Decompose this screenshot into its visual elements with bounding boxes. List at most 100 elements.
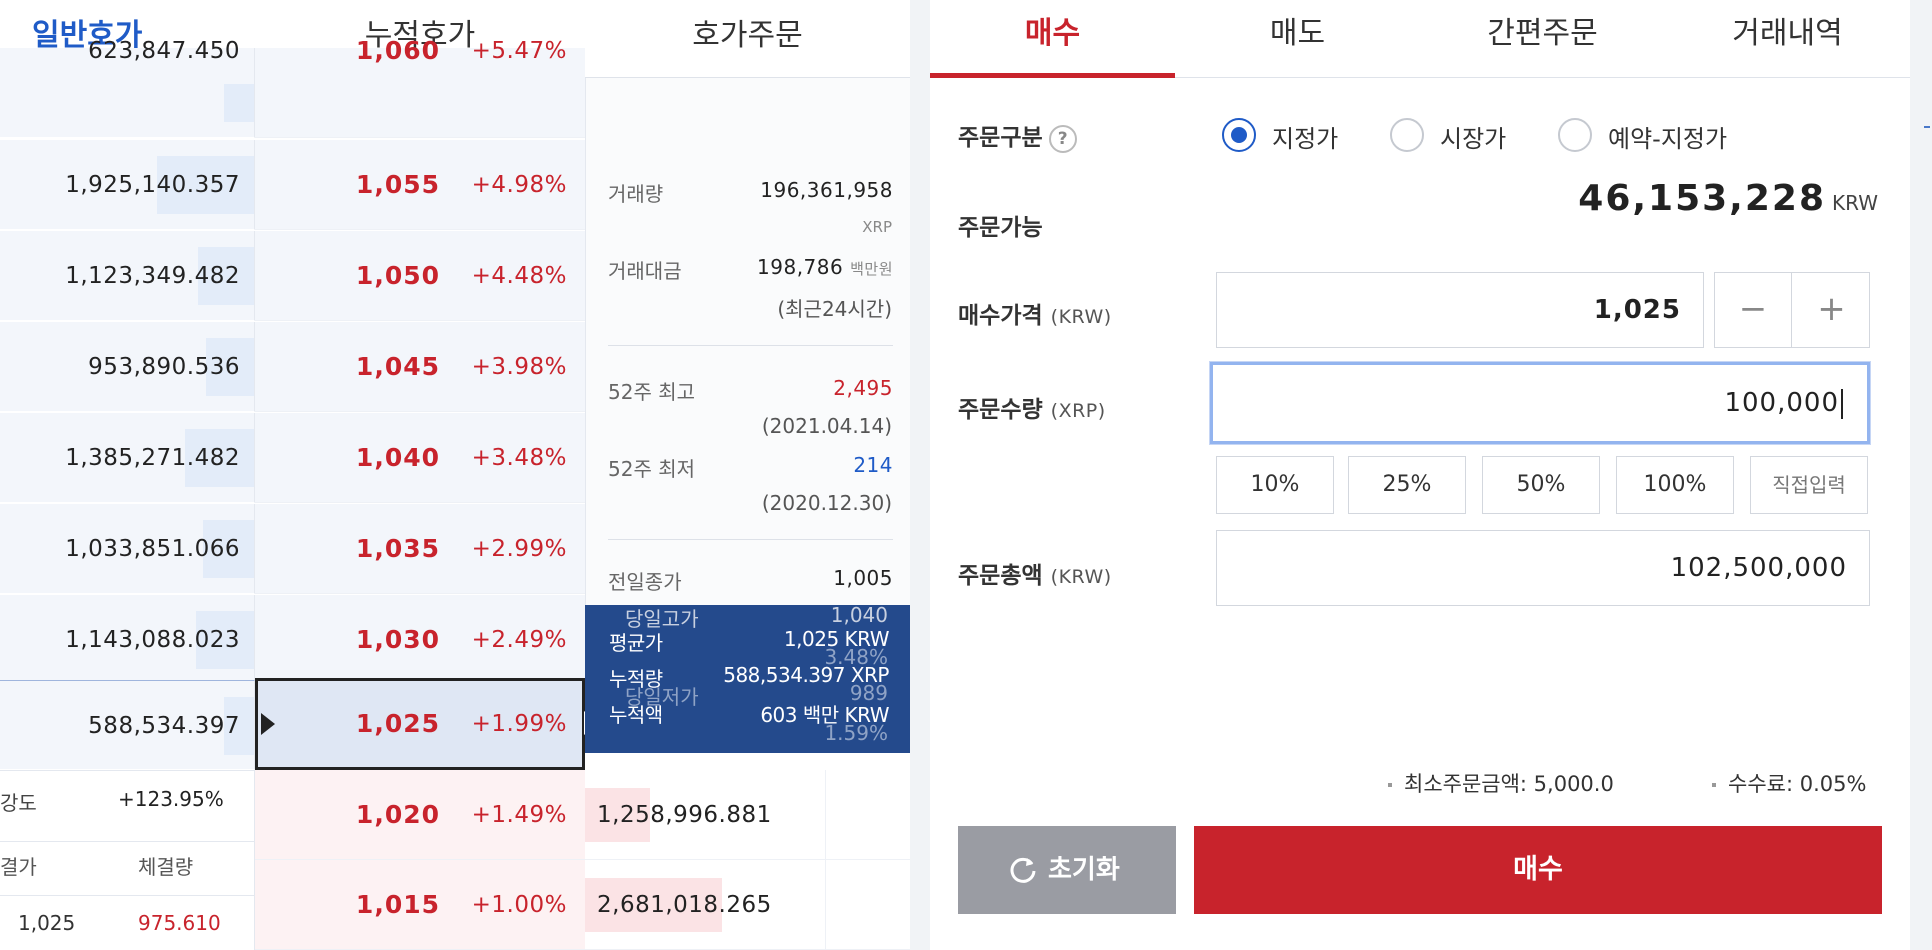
- refresh-icon: [1010, 857, 1036, 883]
- bid-price: 1,015: [355, 890, 440, 919]
- ask-qty-cell: 1,033,851.066: [0, 504, 255, 594]
- ask-price-cell[interactable]: 1,040 +3.48%: [255, 413, 585, 503]
- ask-change-pct: +4.98%: [471, 172, 567, 198]
- order-qty-unit: (XRP): [1050, 400, 1106, 422]
- volume-label: 거래량: [608, 182, 664, 206]
- bid-price: 1,020: [355, 800, 440, 829]
- tab-sell[interactable]: 매도: [1175, 0, 1420, 78]
- current-price-row[interactable]: 1,025 +1.99%: [255, 678, 598, 770]
- current-price-marker-icon: [261, 713, 275, 735]
- low-52w-label: 52주 최저: [608, 457, 696, 481]
- ask-qty-cell: 1,123,349.482: [0, 231, 255, 321]
- avg-price-label: 평균가: [609, 631, 663, 655]
- pct-50-button[interactable]: 50%: [1482, 456, 1600, 514]
- info-divider: [608, 539, 893, 540]
- volume-value: 196,361,958: [760, 178, 893, 202]
- buy-price-label-group: 매수가격 (KRW): [958, 296, 1112, 330]
- ask-qty: 1,123,349.482: [65, 263, 240, 289]
- ask-price-cell[interactable]: 1,045 +3.98%: [255, 322, 585, 412]
- ask-qty: 1,143,088.023: [65, 627, 240, 653]
- bid-price-cell[interactable]: 1,015 +1.00%: [255, 860, 585, 950]
- order-qty-label-group: 주문수량 (XRP): [958, 390, 1106, 424]
- tab-buy[interactable]: 매수: [930, 0, 1175, 78]
- buy-price-label: 매수가격: [958, 303, 1043, 329]
- bid-change-pct: +1.49%: [471, 802, 567, 828]
- pct-10-button[interactable]: 10%: [1216, 456, 1334, 514]
- radio-unchecked-icon: [1558, 118, 1592, 152]
- ask-price-cell[interactable]: 1,055 +4.98%: [255, 140, 585, 230]
- cum-amount-row: 누적액 603 백만 KRW: [609, 699, 889, 733]
- ask-price-cell[interactable]: 1,050 +4.48%: [255, 231, 585, 321]
- bid-change-pct: +1.00%: [471, 892, 567, 918]
- ask-qty-cell: 1,925,140.357: [0, 140, 255, 230]
- stats-divider: [0, 841, 255, 842]
- strength-label: 강도: [0, 791, 37, 815]
- radio-unchecked-icon: [1390, 118, 1424, 152]
- cum-qty-value: 588,534.397 XRP: [723, 663, 889, 687]
- buy-price-value: 1,025: [1593, 295, 1681, 325]
- ask-qty: 623,847.450: [88, 38, 240, 64]
- panel-gutter: [910, 0, 930, 950]
- orderbook-panel: 일반호가 누적호가 호가주문 623,847.450 1,060 +5.47% …: [0, 0, 910, 950]
- help-icon[interactable]: ?: [1048, 124, 1077, 153]
- direct-input-button[interactable]: 직접입력: [1750, 456, 1868, 514]
- order-form-panel: 매수 매도 간편주문 거래내역 주문구분? 지정가 시장가 예약-지정가 주문가…: [930, 0, 1910, 950]
- order-qty-value-group: 100,000: [1724, 365, 1843, 441]
- trade-row: 1,025 975.610: [0, 911, 255, 950]
- cum-amount-label: 누적액: [609, 703, 663, 727]
- ask-price-cell[interactable]: 1,060 +5.47%: [255, 36, 585, 138]
- pct-100-button[interactable]: 100%: [1616, 456, 1734, 514]
- ask-price-cell[interactable]: 1,030 +2.49%: [255, 595, 585, 685]
- ask-price: 1,055: [355, 170, 440, 199]
- available-currency: KRW: [1832, 191, 1878, 215]
- ask-qty-cell: 623,847.450: [0, 38, 255, 138]
- ask-qty: 1,033,851.066: [65, 536, 240, 562]
- prev-close-value: 1,005: [833, 566, 893, 590]
- current-price: 1,025: [355, 709, 440, 738]
- radio-market-label: 시장가: [1440, 125, 1507, 153]
- price-stepper: − +: [1714, 272, 1870, 348]
- pct-25-button[interactable]: 25%: [1348, 456, 1466, 514]
- trade-price: 1,025: [18, 911, 76, 935]
- buy-button[interactable]: 매수: [1194, 826, 1882, 914]
- high-52w-date: (2021.04.14): [761, 414, 892, 438]
- trade-amount-unit: 백만원: [850, 260, 893, 278]
- ask-price: 1,050: [355, 261, 440, 290]
- low-52w-row: 52주 최저 214: [608, 453, 893, 489]
- bid-qty: 1,258,996.881: [597, 802, 772, 828]
- bid-price-cell[interactable]: 1,020 +1.49%: [255, 770, 585, 860]
- price-increase-button[interactable]: +: [1793, 273, 1870, 347]
- order-total-input[interactable]: 102,500,000: [1216, 530, 1870, 606]
- volume-row: 거래량 196,361,958: [608, 178, 893, 214]
- fee-text: 수수료: 0.05%: [1728, 772, 1867, 796]
- radio-checked-icon: [1222, 118, 1256, 152]
- strength-row: 강도 +123.95%: [0, 787, 255, 831]
- order-qty-label: 주문수량: [958, 397, 1043, 423]
- tab-trade-history[interactable]: 거래내역: [1665, 0, 1910, 78]
- buy-price-unit: (KRW): [1050, 306, 1112, 328]
- cum-amount-value: 603 백만 KRW: [760, 703, 889, 727]
- reset-button[interactable]: 초기화: [958, 826, 1176, 914]
- ask-change-pct: +2.49%: [471, 627, 567, 653]
- order-qty-input[interactable]: 100,000: [1210, 362, 1870, 444]
- stats-divider: [0, 895, 255, 896]
- order-qty-value: 100,000: [1724, 388, 1839, 418]
- radio-stop-limit-label: 예약-지정가: [1608, 125, 1728, 153]
- low-52w-date: (2020.12.30): [761, 491, 892, 515]
- ask-price-cell[interactable]: 1,035 +2.99%: [255, 504, 585, 594]
- buy-price-input[interactable]: 1,025: [1216, 272, 1704, 348]
- bid-qty-cell: 2,681,018.265: [585, 860, 910, 950]
- tab-quick-order[interactable]: 간편주문: [1420, 0, 1665, 78]
- ask-qty-cell: 588,534.397: [0, 680, 255, 770]
- order-total-label: 주문총액: [958, 563, 1043, 589]
- ask-qty-cell: 1,143,088.023: [0, 595, 255, 685]
- trade-price-header: 결가: [0, 855, 37, 879]
- tab-orderbook-order[interactable]: 호가주문: [585, 0, 910, 78]
- available-label: 주문가능: [958, 215, 1043, 241]
- info-divider: [608, 345, 893, 346]
- right-edge-strip: [1910, 0, 1932, 950]
- ask-price: 1,045: [355, 352, 440, 381]
- price-decrease-button[interactable]: −: [1715, 273, 1792, 347]
- cum-qty-label: 누적량: [609, 667, 663, 691]
- min-order-text: 최소주문금액: 5,000.0: [1404, 772, 1614, 796]
